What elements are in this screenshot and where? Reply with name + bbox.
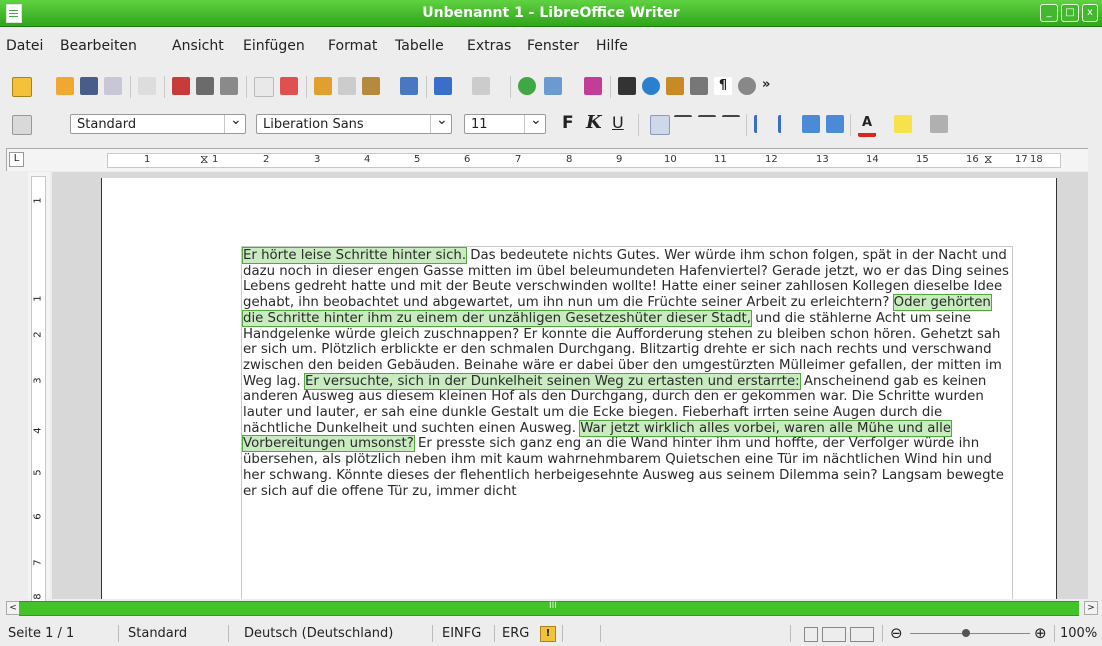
data-sources-icon[interactable] — [690, 77, 708, 95]
menu-tabelle[interactable]: Tabelle — [395, 38, 444, 54]
page-indicator[interactable]: Seite 1 / 1 — [8, 626, 74, 641]
horizontal-ruler[interactable]: 1 1 2 3 4 5 6 7 8 9 10 11 12 13 14 15 16… — [107, 152, 1061, 168]
save-icon[interactable] — [80, 77, 98, 95]
find-icon[interactable] — [618, 77, 636, 95]
gallery-icon[interactable] — [666, 77, 684, 95]
menu-bearbeiten[interactable]: Bearbeiten — [60, 38, 137, 54]
close-button[interactable]: x — [1082, 4, 1098, 22]
copy-icon[interactable] — [338, 77, 356, 95]
menu-fenster[interactable]: Fenster — [527, 38, 579, 54]
spellcheck-icon[interactable] — [254, 77, 274, 97]
chevron-down-icon[interactable] — [430, 112, 451, 133]
document-page[interactable]: Er hörte leise Schritte hinter sich. Das… — [101, 178, 1057, 599]
align-left-icon[interactable] — [650, 115, 670, 135]
navigator-icon[interactable] — [642, 77, 660, 95]
horizontal-scrollbar[interactable]: < III > — [6, 601, 1100, 616]
zoom-slider-handle[interactable] — [962, 629, 970, 637]
paste-icon[interactable] — [362, 77, 380, 95]
right-indent-marker[interactable]: ⧖ — [984, 152, 992, 167]
zoom-out-icon[interactable]: ⊖ — [890, 624, 903, 642]
menu-hilfe[interactable]: Hilfe — [596, 38, 628, 54]
standard-toolbar: ¶ » — [0, 70, 1102, 102]
zoom-level[interactable]: 100% — [1060, 626, 1097, 641]
language-indicator[interactable]: Deutsch (Deutschland) — [244, 626, 393, 641]
highlighted-sentence[interactable]: Er versuchte, sich in der Dunkelheit sei… — [303, 372, 801, 390]
chevron-down-icon[interactable] — [224, 112, 245, 133]
scroll-right-button[interactable]: > — [1084, 601, 1098, 615]
chevron-down-icon[interactable] — [524, 112, 545, 133]
menu-extras[interactable]: Extras — [467, 38, 511, 54]
new-document-icon[interactable] — [12, 77, 32, 97]
export-pdf-icon[interactable] — [172, 77, 190, 95]
undo-icon[interactable] — [434, 77, 452, 95]
hyperlink-icon[interactable] — [518, 77, 536, 95]
scroll-left-button[interactable]: < — [6, 601, 20, 615]
insert-mode[interactable]: EINFG — [442, 626, 481, 641]
font-color-icon[interactable]: A — [858, 115, 876, 137]
formatting-marks-icon[interactable]: ¶ — [714, 77, 732, 95]
minimize-button[interactable]: _ — [1040, 4, 1058, 22]
ruler-area: L 1 1 2 3 4 5 6 7 8 9 10 11 12 13 14 15 … — [6, 148, 1102, 171]
edit-mode-icon[interactable] — [138, 77, 156, 95]
menu-format[interactable]: Format — [328, 38, 377, 54]
font-size-combo[interactable]: 11 — [464, 112, 546, 134]
menu-ansicht[interactable]: Ansicht — [172, 38, 224, 54]
document-modified-icon[interactable]: ! — [540, 626, 556, 642]
clone-formatting-icon[interactable] — [400, 77, 418, 95]
font-name-combo[interactable]: Liberation Sans — [256, 112, 452, 134]
zoom-slider[interactable] — [910, 633, 1030, 634]
book-view-icon[interactable] — [850, 627, 874, 642]
email-icon[interactable] — [104, 77, 122, 95]
page-style[interactable]: Standard — [128, 626, 187, 641]
underline-button[interactable]: U — [612, 113, 624, 132]
paragraph-style-combo[interactable]: Standard — [70, 112, 246, 134]
print-icon[interactable] — [196, 77, 214, 95]
zoom-icon[interactable] — [738, 77, 756, 95]
title-bar: Unbenannt 1 - LibreOffice Writer _ □ x — [0, 0, 1102, 27]
document-area[interactable]: Er hörte leise Schritte hinter sich. Das… — [52, 172, 1088, 599]
highlighted-sentence[interactable]: Er hörte leise Schritte hinter sich. — [241, 247, 468, 264]
align-center-icon[interactable] — [674, 115, 692, 131]
zoom-in-icon[interactable]: ⊕ — [1034, 624, 1047, 642]
autospellcheck-icon[interactable] — [280, 77, 298, 95]
selection-mode[interactable]: ERG — [502, 626, 529, 641]
menu-einfuegen[interactable]: Einfügen — [243, 38, 305, 54]
bullets-icon[interactable] — [778, 115, 799, 133]
status-bar: Seite 1 / 1 Standard Deutsch (Deutschlan… — [0, 622, 1102, 646]
bold-button[interactable]: F — [562, 113, 574, 133]
background-color-icon[interactable] — [930, 115, 948, 133]
maximize-button[interactable]: □ — [1061, 4, 1079, 22]
open-icon[interactable] — [56, 77, 74, 95]
multi-page-view-icon[interactable] — [822, 627, 846, 642]
menu-bar: Datei Bearbeiten Ansicht Einfügen Format… — [0, 38, 1102, 60]
document-paragraph[interactable]: Er hörte leise Schritte hinter sich. Das… — [241, 247, 1015, 499]
formatting-toolbar: Standard Liberation Sans 11 F K U A — [0, 108, 1102, 140]
left-indent-marker[interactable]: ⧖ — [200, 152, 208, 167]
print-preview-icon[interactable] — [220, 77, 238, 95]
cut-icon[interactable] — [314, 77, 332, 95]
table-icon[interactable] — [544, 77, 562, 95]
styles-formatting-icon[interactable] — [12, 115, 32, 135]
redo-icon[interactable] — [472, 77, 490, 95]
justify-icon[interactable] — [722, 115, 740, 131]
menu-datei[interactable]: Datei — [6, 38, 43, 54]
decrease-indent-icon[interactable] — [826, 115, 844, 133]
scrollbar-thumb[interactable]: III — [19, 601, 1079, 616]
align-right-icon[interactable] — [698, 115, 716, 131]
increase-indent-icon[interactable] — [802, 115, 820, 133]
tab-type-icon[interactable]: L — [9, 152, 24, 167]
single-page-view-icon[interactable] — [804, 627, 818, 642]
vertical-scrollbar[interactable] — [1088, 148, 1102, 613]
italic-button[interactable]: K — [586, 112, 602, 133]
more-tools-icon[interactable]: » — [762, 77, 780, 95]
draw-functions-icon[interactable] — [584, 77, 602, 95]
numbering-icon[interactable] — [754, 115, 775, 133]
highlighting-icon[interactable] — [894, 115, 912, 133]
vertical-ruler[interactable]: 1 1 2 3 4 5 6 7 8 — [28, 172, 50, 603]
window-title: Unbenannt 1 - LibreOffice Writer — [422, 5, 680, 21]
